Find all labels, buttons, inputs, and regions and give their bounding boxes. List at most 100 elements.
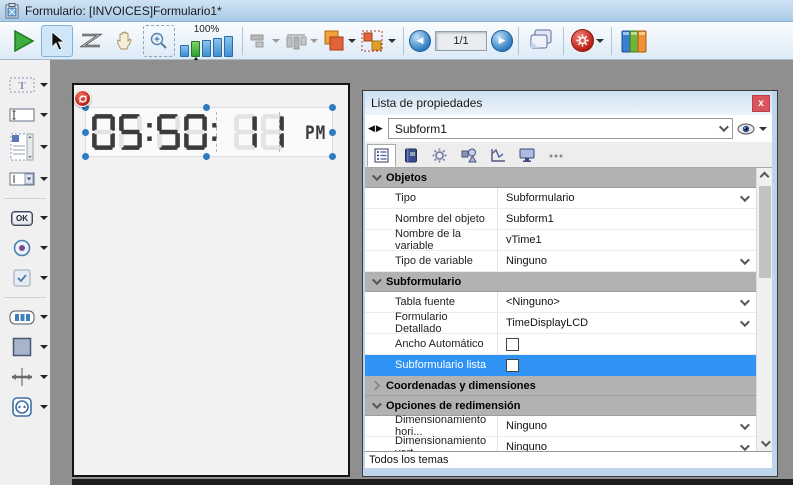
selection-handle-mid-left[interactable] [82,129,89,136]
property-row-nombre-objeto[interactable]: Nombre del objeto Subform1 [365,209,756,230]
panel-titlebar[interactable]: Lista de propiedades x [365,91,772,115]
selection-handle-bottom-right[interactable] [329,153,336,160]
property-row-formulario-detallado[interactable]: Formulario Detallado TimeDisplayLCD [365,313,756,334]
object-library-button[interactable] [618,25,650,57]
zoom-tool-button[interactable] [143,25,175,57]
zoom-bar-100-current[interactable] [191,41,200,57]
display-pages-button[interactable] [525,25,557,57]
chevron-down-icon[interactable] [739,441,749,451]
properties-dropdown-arrow[interactable] [596,39,604,43]
tool-dropdown-arrow[interactable] [40,276,48,280]
input-field-tool[interactable] [0,100,50,130]
tool-dropdown-arrow[interactable] [40,145,48,149]
rectangle-icon [8,337,36,357]
tab-shapes[interactable] [454,144,483,167]
next-page-button[interactable]: ▶ [491,30,513,52]
subform-object[interactable]: PM [85,107,333,157]
subform-marker-badge[interactable] [74,90,91,107]
chevron-down-icon[interactable] [739,192,749,202]
checkbox-tool[interactable] [0,263,50,293]
combobox-tool[interactable] [0,164,50,194]
tool-dropdown-arrow[interactable] [40,216,48,220]
property-row-tipo-variable[interactable]: Tipo de variable Ninguno [365,251,756,272]
tool-dropdown-arrow[interactable] [40,83,48,87]
distribute-button-disabled[interactable] [283,25,319,57]
object-prev-next-icons[interactable]: ◀▶ [368,123,384,134]
plugin-area-tool[interactable] [0,392,50,422]
align-button-disabled[interactable] [249,25,281,57]
window-titlebar[interactable]: Formulario: [INVOICES]Formulario1* [0,0,793,22]
button-grid-tool[interactable] [0,302,50,332]
lcd-time-display[interactable]: PM [85,107,333,157]
select-tool-button[interactable] [41,25,73,57]
scroll-down-icon[interactable] [757,435,773,451]
close-button[interactable]: x [752,95,770,112]
section-header-subformulario[interactable]: Subformulario [365,272,756,292]
form-canvas[interactable]: PM [72,83,350,477]
selection-handle-mid-right[interactable] [329,129,336,136]
static-text-tool[interactable]: T [0,70,50,100]
selection-handle-top-right[interactable] [329,104,336,111]
rectangle-tool[interactable] [0,332,50,362]
property-row-tabla-fuente[interactable]: Tabla fuente <Ninguno> [365,292,756,313]
zoom-bar-200[interactable] [202,40,211,57]
tab-more[interactable] [541,144,570,167]
group-dropdown-arrow[interactable] [388,39,396,43]
move-tool-button[interactable] [109,25,141,57]
chevron-down-icon[interactable] [739,255,749,265]
ancho-automatico-checkbox[interactable] [506,338,519,351]
tab-display[interactable] [512,144,541,167]
splitter-tool[interactable] [0,362,50,392]
subformulario-lista-checkbox[interactable] [506,359,519,372]
align-dropdown-arrow[interactable] [272,39,280,43]
tab-chart[interactable] [483,144,512,167]
selection-handle-bottom-center[interactable] [203,153,210,160]
tab-settings[interactable] [425,144,454,167]
theme-filter-status[interactable]: Todos los temas [365,451,772,468]
view-options-button[interactable] [737,123,769,135]
tool-dropdown-arrow[interactable] [40,405,48,409]
property-row-tipo[interactable]: Tipo Subformulario [365,188,756,209]
distribute-dropdown-arrow[interactable] [310,39,318,43]
tool-dropdown-arrow[interactable] [40,315,48,319]
object-selector-dropdown[interactable]: Subform1 [388,118,733,139]
property-row-subformulario-lista[interactable]: Subformulario lista [365,355,756,376]
property-row-dimensionamiento-vertical[interactable]: Dimensionamiento vert... Ninguno [365,437,756,451]
tool-dropdown-arrow[interactable] [40,345,48,349]
group-button[interactable] [359,25,397,57]
chevron-down-icon[interactable] [739,317,749,327]
scrollbar[interactable] [756,168,772,451]
section-header-coordenadas[interactable]: Coordenadas y dimensiones [365,376,756,396]
layer-dropdown-arrow[interactable] [348,39,356,43]
tab-events[interactable] [396,144,425,167]
tool-dropdown-arrow[interactable] [40,246,48,250]
property-row-nombre-variable[interactable]: Nombre de la variable vTime1 [365,230,756,251]
property-row-ancho-automatico[interactable]: Ancho Automático [365,334,756,355]
selection-handle-bottom-left[interactable] [82,153,89,160]
section-header-opciones-redimension[interactable]: Opciones de redimensión [365,396,756,416]
zoom-bar-800[interactable] [224,36,233,57]
scroll-up-icon[interactable] [757,168,773,184]
chevron-down-icon[interactable] [739,420,749,430]
chevron-down-icon[interactable] [739,296,749,306]
zoom-bar-400[interactable] [213,38,222,57]
listbox-tool[interactable] [0,130,50,164]
radio-button-tool[interactable] [0,233,50,263]
selection-handle-top-center[interactable] [203,104,210,111]
section-header-objetos[interactable]: Objetos [365,168,756,188]
button-tool[interactable]: OK [0,203,50,233]
entry-order-tool-button[interactable] [75,25,107,57]
layer-level-button[interactable] [321,25,357,57]
tool-dropdown-arrow[interactable] [40,375,48,379]
execute-form-button[interactable] [7,25,39,57]
property-list-tab-icon [374,148,389,163]
previous-page-button[interactable]: ◀ [409,30,431,52]
tool-dropdown-arrow[interactable] [40,113,48,117]
page-indicator-field[interactable]: 1/1 [435,31,487,51]
scrollbar-thumb[interactable] [759,186,771,278]
tab-property-list[interactable] [367,144,396,167]
zoom-bar-50[interactable] [180,45,189,57]
tool-dropdown-arrow[interactable] [40,177,48,181]
form-properties-button[interactable] [570,25,605,57]
property-row-dimensionamiento-horizontal[interactable]: Dimensionamiento hori... Ninguno [365,416,756,437]
